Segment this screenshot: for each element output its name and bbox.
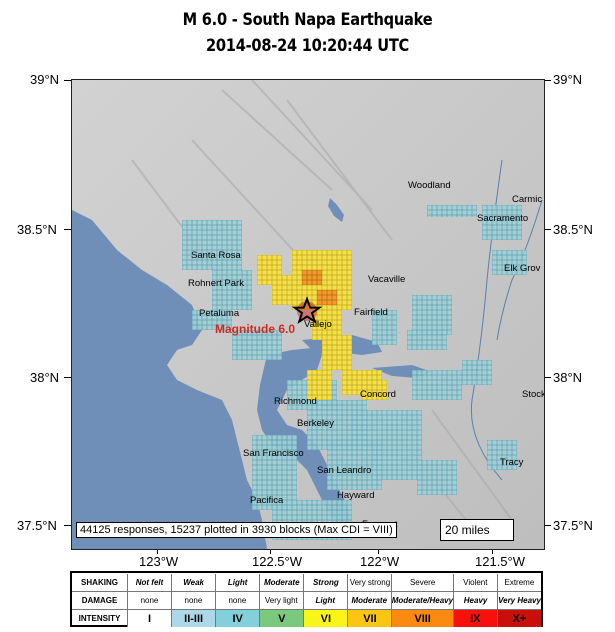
shaking-cell: Not felt xyxy=(127,574,171,591)
shaking-cell: Light xyxy=(215,574,259,591)
damage-cell: Moderate xyxy=(346,592,391,609)
intensity-cell: X+ xyxy=(496,610,541,627)
intensity-cell: I xyxy=(127,610,172,627)
intensity-header: INTENSITY xyxy=(78,614,121,623)
lat-label-38-right: 38°N xyxy=(553,370,583,385)
shaking-cell: Severe xyxy=(391,574,452,591)
lon-label-123: 123°W xyxy=(139,554,179,569)
place-label: Concord xyxy=(360,389,396,400)
damage-cell: none xyxy=(127,592,171,609)
place-label: Vallejo xyxy=(304,319,332,330)
place-label: Richmond xyxy=(274,396,317,407)
legend-damage-row: DAMAGE none none none Very light Light M… xyxy=(72,592,541,609)
place-label: Tracy xyxy=(500,457,524,468)
place-label: Pacifica xyxy=(250,495,284,506)
lat-label-38-5-right: 38.5°N xyxy=(553,222,593,237)
place-label: San Francisco xyxy=(243,448,304,459)
place-label: Berkeley xyxy=(297,418,334,429)
place-label: San Leandro xyxy=(317,465,371,476)
epicenter-label: Magnitude 6.0 xyxy=(215,322,295,336)
lat-label-38-5: 38.5°N xyxy=(17,222,57,237)
place-label: Woodland xyxy=(408,180,451,191)
shaking-header: SHAKING xyxy=(81,578,118,587)
shaking-cell: Violent xyxy=(452,574,497,591)
lon-label-122-5: 122.5°W xyxy=(252,554,303,569)
place-label: Rohnert Park xyxy=(188,278,244,289)
map-subtitle: 2014-08-24 10:20:44 UTC xyxy=(205,36,410,56)
place-label: Carmic xyxy=(512,194,542,205)
place-label: Elk Grov xyxy=(504,263,541,274)
scale-bar: 20 miles xyxy=(440,519,514,541)
legend-shaking-row: SHAKING Not felt Weak Light Moderate Str… xyxy=(72,574,541,591)
responses-summary: 44125 responses, 15237 plotted in 3930 b… xyxy=(76,522,397,538)
lat-label-38: 38°N xyxy=(30,370,60,385)
place-label: Petaluma xyxy=(199,308,240,319)
lon-label-121-5: 121.5°W xyxy=(475,554,526,569)
place-label: Sacramento xyxy=(477,213,528,224)
lat-label-37-5-right: 37.5°N xyxy=(553,518,593,533)
shaking-cell: Very strong xyxy=(347,574,391,591)
scale-label: 20 miles xyxy=(445,523,490,537)
damage-cell: Very Heavy xyxy=(497,592,541,609)
intensity-cell: VII xyxy=(347,610,392,627)
intensity-cell: V xyxy=(259,610,304,627)
damage-header: DAMAGE xyxy=(81,596,118,605)
intensity-legend: SHAKING Not felt Weak Light Moderate Str… xyxy=(70,571,543,627)
lat-label-39-right: 39°N xyxy=(553,72,583,87)
intensity-cell: IX xyxy=(452,610,497,627)
place-label: Santa Rosa xyxy=(191,250,241,261)
damage-cell: Moderate/Heavy xyxy=(390,592,453,609)
shaking-cell: Weak xyxy=(171,574,215,591)
place-label: Stock xyxy=(522,389,544,400)
shaking-cell: Strong xyxy=(303,574,347,591)
intensity-cell: II-III xyxy=(171,610,216,627)
shaking-cell: Moderate xyxy=(259,574,303,591)
intensity-map[interactable]: Magnitude 6.0 Woodland Carmic Sacramento… xyxy=(71,79,545,550)
shaking-cell: Extreme xyxy=(496,574,541,591)
lat-label-37-5: 37.5°N xyxy=(17,518,57,533)
lat-label-39: 39°N xyxy=(30,72,60,87)
place-label: Vacaville xyxy=(368,274,405,285)
damage-cell: none xyxy=(170,592,215,609)
damage-cell: none xyxy=(214,592,259,609)
place-label: Hayward xyxy=(337,490,375,501)
damage-cell: Heavy xyxy=(453,592,497,609)
lon-label-122: 122°W xyxy=(360,554,400,569)
place-label: Fairfield xyxy=(354,307,388,318)
map-svg: Magnitude 6.0 Woodland Carmic Sacramento… xyxy=(72,80,544,549)
map-title: M 6.0 - South Napa Earthquake xyxy=(182,10,433,30)
intensity-cell: VI xyxy=(303,610,348,627)
damage-cell: Light xyxy=(302,592,347,609)
damage-cell: Very light xyxy=(258,592,303,609)
intensity-cell: IV xyxy=(215,610,260,627)
legend-intensity-row: INTENSITY I II-III IV V VI VII VIII IX X… xyxy=(72,610,541,627)
intensity-cell: VIII xyxy=(391,610,453,627)
